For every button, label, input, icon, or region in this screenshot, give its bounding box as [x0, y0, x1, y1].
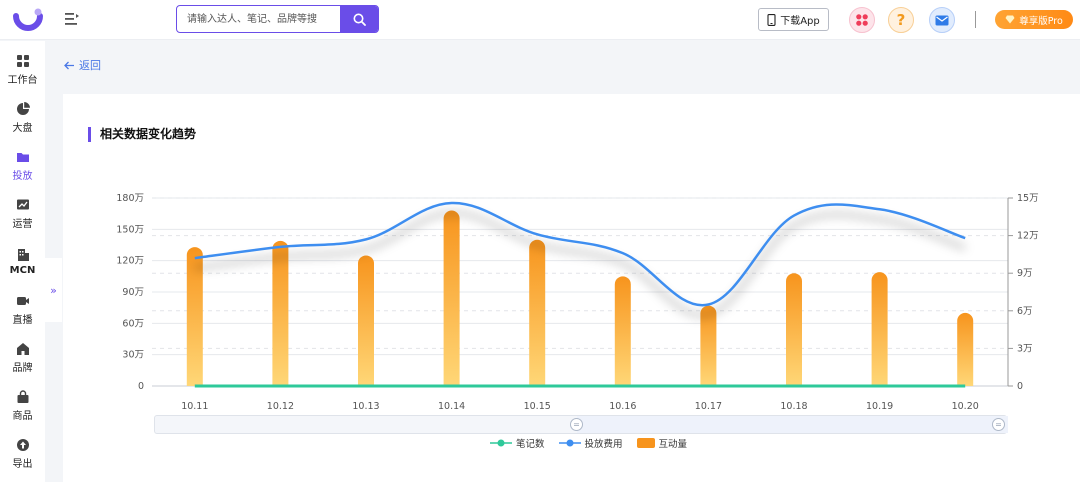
sidebar-item-placement[interactable]: 投放	[0, 146, 45, 186]
menu-toggle-icon[interactable]	[64, 12, 80, 26]
sidebar-item-label: 工作台	[7, 75, 38, 86]
card-title: 相关数据变化趋势	[88, 127, 196, 142]
download-app-label: 下载App	[780, 16, 820, 27]
logo-icon[interactable]	[12, 6, 44, 34]
sidebar-item-products[interactable]: 商品	[0, 386, 45, 426]
legend-line-icon	[490, 439, 512, 447]
sidebar-item-operations[interactable]: 运营	[0, 194, 45, 234]
apps-button[interactable]	[849, 7, 875, 33]
sidebar-item-label: 品牌	[12, 363, 33, 374]
help-icon: ?	[896, 11, 906, 29]
legend-item-interactions[interactable]: 互动量	[636, 436, 688, 450]
sidebar-item-brand[interactable]: 品牌	[0, 338, 45, 378]
help-button[interactable]: ?	[888, 7, 914, 33]
folder-icon	[16, 153, 29, 162]
zoom-slider-left-handle[interactable]: =	[570, 418, 583, 431]
house-icon	[16, 343, 29, 355]
back-link[interactable]: 返回	[64, 57, 101, 73]
video-icon	[16, 297, 29, 305]
sidebar: 工作台 大盘 投放 运营 MCN 直播 品牌 商品 导出	[0, 41, 45, 482]
search-input[interactable]	[177, 6, 340, 32]
search-button[interactable]	[340, 6, 378, 32]
sidebar-item-dashboard[interactable]: 大盘	[0, 98, 45, 138]
sidebar-item-label: MCN	[9, 265, 36, 276]
search-box	[176, 5, 379, 33]
mail-icon	[935, 15, 949, 25]
chart-legend: 笔记数 投放费用 互动量	[490, 436, 687, 450]
zoom-slider-right-handle[interactable]: =	[992, 418, 1005, 431]
download-app-button[interactable]: 下载App	[758, 8, 829, 31]
legend-label: 笔记数	[516, 439, 545, 450]
back-label: 返回	[79, 59, 101, 72]
building-icon	[17, 249, 29, 261]
legend-item-spend[interactable]: 投放费用	[558, 436, 623, 450]
sidebar-item-export[interactable]: 导出	[0, 434, 45, 474]
legend-item-notes[interactable]: 笔记数	[490, 436, 545, 450]
sidebar-expand-button[interactable]: »	[45, 258, 62, 322]
sidebar-item-workbench[interactable]: 工作台	[0, 50, 45, 90]
zoom-slider[interactable]: = =	[154, 415, 1008, 434]
sidebar-item-label: 运营	[12, 219, 33, 230]
zoom-slider-selection[interactable]	[577, 416, 1008, 433]
sidebar-item-label: 大盘	[12, 123, 33, 134]
legend-bar-icon	[636, 438, 655, 448]
apps-grid-icon	[856, 14, 868, 26]
pie-icon	[16, 102, 30, 115]
diamond-icon	[1005, 15, 1015, 24]
trend-icon	[16, 199, 29, 210]
sidebar-item-label: 商品	[12, 411, 33, 422]
sidebar-item-live[interactable]: 直播	[0, 290, 45, 330]
sidebar-item-label: 导出	[12, 459, 33, 470]
pro-plan-label: 尊享版Pro	[1019, 15, 1063, 27]
arrow-left-icon	[64, 61, 74, 69]
upload-icon	[16, 439, 29, 451]
legend-label: 互动量	[658, 439, 688, 450]
legend-line-icon	[558, 439, 581, 447]
phone-icon	[767, 13, 776, 26]
search-icon	[353, 13, 366, 26]
grid-icon	[16, 55, 29, 67]
sidebar-item-label: 投放	[12, 171, 33, 182]
top-bar: 下载App ? 尊享版Pro	[0, 0, 1080, 40]
bag-icon	[17, 390, 28, 403]
header-divider	[975, 11, 976, 28]
legend-label: 投放费用	[584, 439, 623, 450]
sidebar-item-label: 直播	[12, 315, 33, 326]
sidebar-item-mcn[interactable]: MCN	[0, 242, 45, 282]
double-chevron-right-icon: »	[50, 283, 57, 297]
messages-button[interactable]	[929, 7, 955, 33]
pro-plan-button[interactable]: 尊享版Pro	[995, 10, 1073, 29]
